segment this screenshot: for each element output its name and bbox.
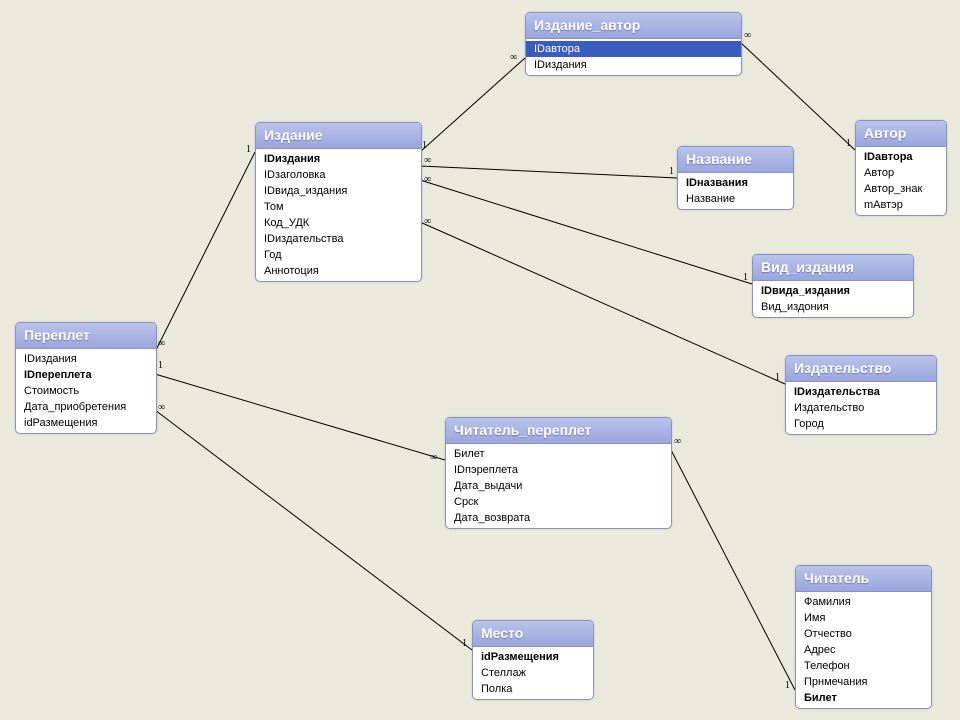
table-title[interactable]: Читатель_переплет — [446, 418, 671, 444]
table-mesto[interactable]: МестоidРазмещенияСтеллажПолка — [472, 620, 594, 700]
cardinality-label: ∞ — [424, 216, 431, 227]
table-field[interactable]: idРазмещения — [16, 415, 156, 431]
table-title[interactable]: Место — [473, 621, 593, 647]
table-field[interactable]: Дата_выдачи — [446, 478, 671, 494]
table-title[interactable]: Название — [678, 147, 793, 173]
table-field[interactable]: IDзаголовка — [256, 167, 421, 183]
table-field[interactable]: IDиздания — [256, 151, 421, 167]
table-field[interactable]: Отчество — [796, 626, 931, 642]
table-title[interactable]: Вид_издания — [753, 255, 913, 281]
table-field[interactable]: mАвтэр — [856, 197, 946, 213]
table-field[interactable]: IDпэреплета — [446, 462, 671, 478]
table-chitatel_pereplet[interactable]: Читатель_переплетБилетIDпэреплетаДата_вы… — [445, 417, 672, 529]
cardinality-label: 1 — [775, 372, 780, 383]
cardinality-label: ∞ — [158, 338, 165, 349]
table-field[interactable]: Автор_знак — [856, 181, 946, 197]
table-field[interactable]: Издательство — [786, 400, 936, 416]
table-field[interactable]: Фамилия — [796, 594, 931, 610]
table-field[interactable]: Полка — [473, 681, 593, 697]
table-izdanie_avtor[interactable]: Издание_авторIDавтораIDиздания — [525, 12, 742, 76]
table-fields: IDиздательстваИздательствоГород — [786, 382, 936, 434]
table-field[interactable]: IDвида_издания — [753, 283, 913, 299]
table-fields: IDавтораIDиздания — [526, 39, 741, 75]
table-field[interactable]: Город — [786, 416, 936, 432]
table-field[interactable]: Год — [256, 247, 421, 263]
table-title[interactable]: Издание_автор — [526, 13, 741, 39]
table-field[interactable]: Название — [678, 191, 793, 207]
table-field[interactable]: Билет — [446, 446, 671, 462]
table-field[interactable]: Дата_приобретения — [16, 399, 156, 415]
cardinality-label: ∞ — [674, 436, 681, 447]
table-fields: БилетIDпэреплетаДата_выдачиСрскДата_возв… — [446, 444, 671, 528]
table-title[interactable]: Издание — [256, 123, 421, 149]
cardinality-label: ∞ — [424, 174, 431, 185]
cardinality-label: ∞ — [430, 452, 437, 463]
table-fields: IDизданияIDзаголовкаIDвида_изданияТомКод… — [256, 149, 421, 281]
table-field[interactable]: IDиздания — [16, 351, 156, 367]
table-fields: idРазмещенияСтеллажПолка — [473, 647, 593, 699]
table-field[interactable]: idРазмещения — [473, 649, 593, 665]
table-nazvanie[interactable]: НазваниеIDназванияНазвание — [677, 146, 794, 210]
table-vid_izdaniya[interactable]: Вид_изданияIDвида_изданияВид_издония — [752, 254, 914, 318]
cardinality-label: 1 — [422, 140, 427, 151]
table-field[interactable]: IDпереплета — [16, 367, 156, 383]
table-izdatelstvo[interactable]: ИздательствоIDиздательстваИздательствоГо… — [785, 355, 937, 435]
table-field[interactable]: IDиздательства — [786, 384, 936, 400]
table-field[interactable]: IDназвания — [678, 175, 793, 191]
table-title[interactable]: Переплет — [16, 323, 156, 349]
table-fields: IDавтораАвторАвтор_знакmАвтэр — [856, 147, 946, 215]
table-field[interactable]: Код_УДК — [256, 215, 421, 231]
table-avtor[interactable]: АвторIDавтораАвторАвтор_знакmАвтэр — [855, 120, 947, 216]
table-field[interactable]: Имя — [796, 610, 931, 626]
table-fields: IDназванияНазвание — [678, 173, 793, 209]
table-chitatel[interactable]: ЧитательФамилияИмяОтчествоАдресТелефонПр… — [795, 565, 932, 709]
table-field[interactable]: Стоимость — [16, 383, 156, 399]
table-fields: IDвида_изданияВид_издония — [753, 281, 913, 317]
table-field[interactable]: Стеллаж — [473, 665, 593, 681]
table-field[interactable]: IDиздания — [526, 57, 741, 73]
table-field[interactable]: IDавтора — [526, 41, 741, 57]
cardinality-label: 1 — [462, 638, 467, 649]
table-field[interactable]: Прнмечания — [796, 674, 931, 690]
cardinality-label: ∞ — [510, 52, 517, 63]
table-title[interactable]: Читатель — [796, 566, 931, 592]
table-field[interactable]: Адрес — [796, 642, 931, 658]
table-field[interactable]: Билет — [796, 690, 931, 706]
cardinality-label: 1 — [246, 144, 251, 155]
table-field[interactable]: Аннотоция — [256, 263, 421, 279]
table-field[interactable]: Том — [256, 199, 421, 215]
table-fields: ФамилияИмяОтчествоАдресТелефонПрнмечания… — [796, 592, 931, 708]
table-field[interactable]: Дата_возврата — [446, 510, 671, 526]
cardinality-label: 1 — [669, 166, 674, 177]
table-title[interactable]: Издательство — [786, 356, 936, 382]
table-field[interactable]: Телефон — [796, 658, 931, 674]
table-field[interactable]: Срск — [446, 494, 671, 510]
table-title[interactable]: Автор — [856, 121, 946, 147]
table-izdanie[interactable]: ИзданиеIDизданияIDзаголовкаIDвида_издани… — [255, 122, 422, 282]
table-field[interactable]: Вид_издония — [753, 299, 913, 315]
cardinality-label: 1 — [743, 272, 748, 283]
table-field[interactable]: IDвида_издания — [256, 183, 421, 199]
cardinality-label: 1 — [846, 138, 851, 149]
table-field[interactable]: Автор — [856, 165, 946, 181]
table-field[interactable]: IDиздательства — [256, 231, 421, 247]
cardinality-label: ∞ — [158, 402, 165, 413]
table-fields: IDизданияIDпереплетаСтоимостьДата_приобр… — [16, 349, 156, 433]
cardinality-label: 1 — [158, 360, 163, 371]
cardinality-label: ∞ — [744, 30, 751, 41]
table-field[interactable]: IDавтора — [856, 149, 946, 165]
cardinality-label: 1 — [785, 680, 790, 691]
table-pereplet[interactable]: ПереплетIDизданияIDпереплетаСтоимостьДат… — [15, 322, 157, 434]
cardinality-label: ∞ — [424, 155, 431, 166]
